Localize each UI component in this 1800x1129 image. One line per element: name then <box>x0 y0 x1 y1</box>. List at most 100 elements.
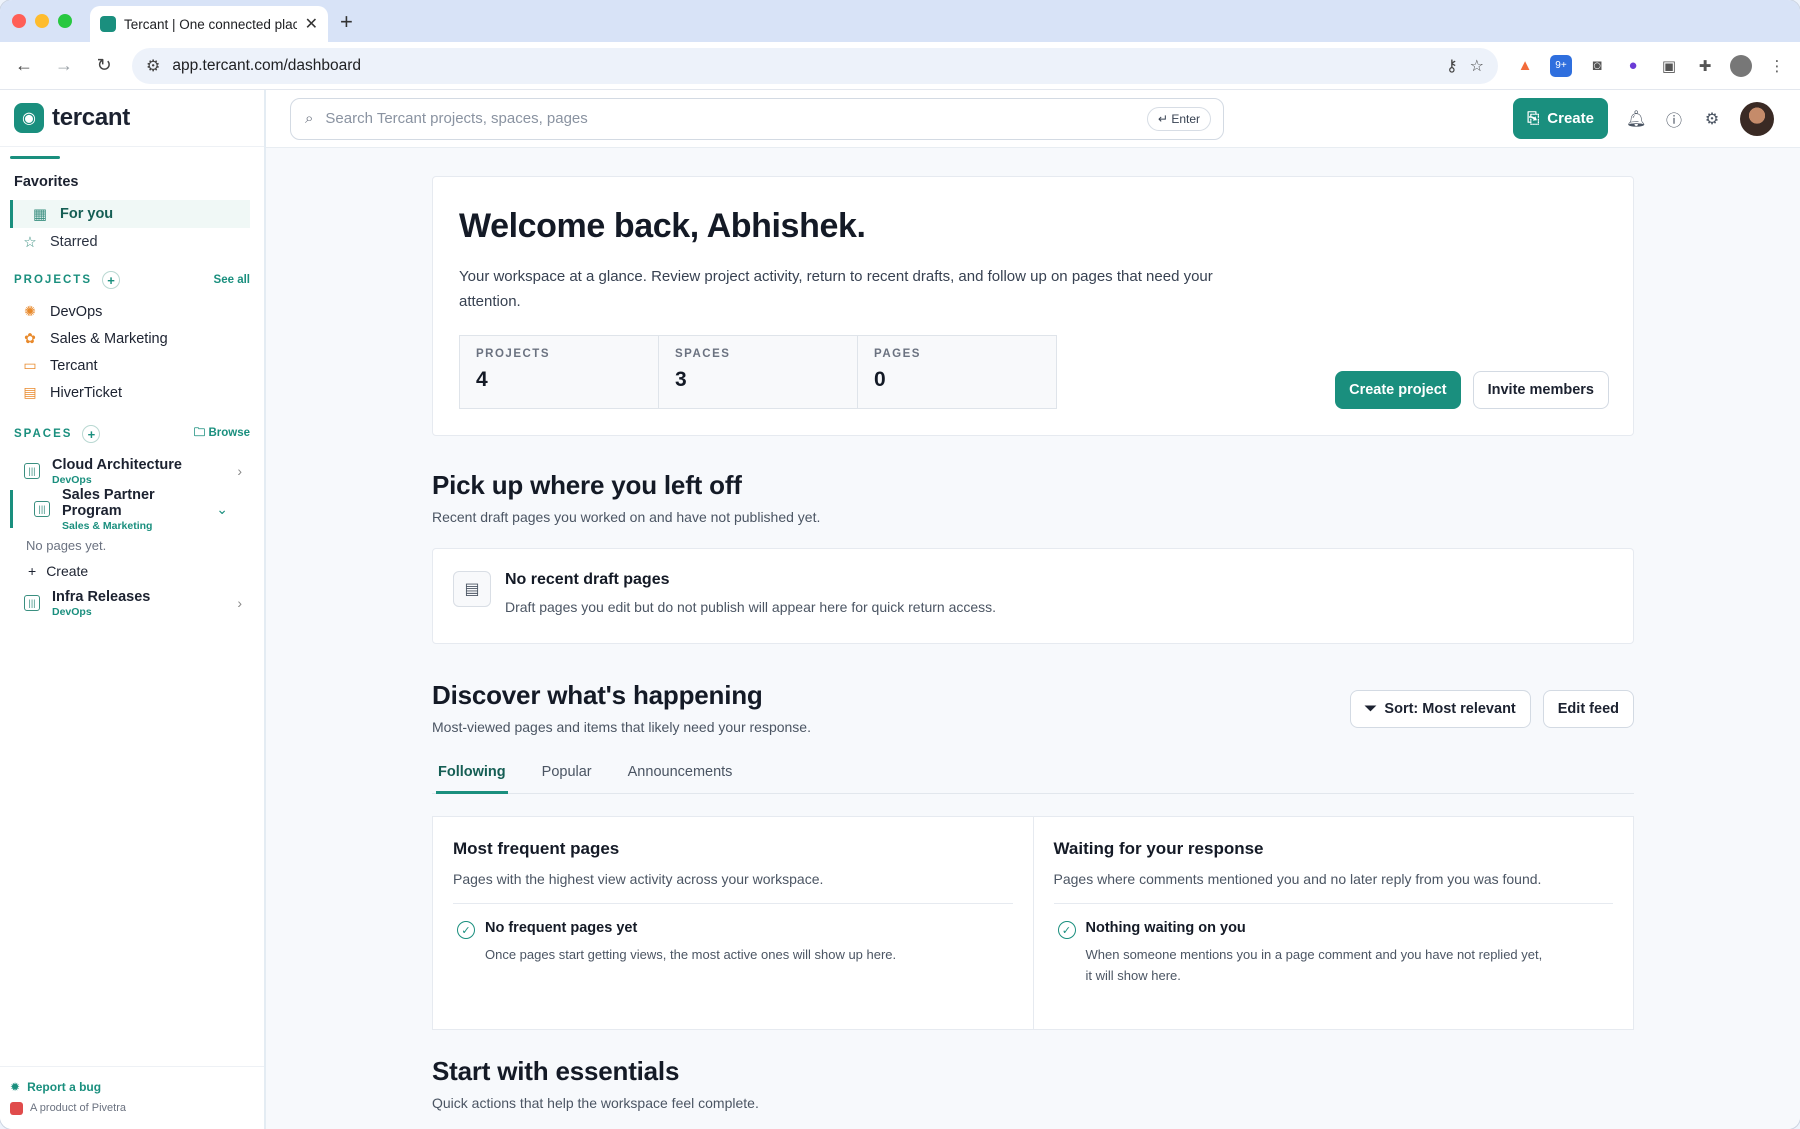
minimize-window-button[interactable] <box>35 14 49 28</box>
edit-feed-button[interactable]: Edit feed <box>1542 690 1634 728</box>
create-button[interactable]: ⎘ Create <box>1513 98 1608 139</box>
tab-following[interactable]: Following <box>436 758 508 794</box>
logo-text: tercant <box>52 104 130 131</box>
empty-text: Once pages start getting views, the most… <box>485 947 897 962</box>
browse-spaces-link[interactable]: 🗀 Browse <box>194 425 250 444</box>
feed-panels: Most frequent pages Pages with the highe… <box>432 816 1634 1030</box>
empty-title: No frequent pages yet <box>485 920 638 936</box>
essentials-section-header: Start with essentials Quick actions that… <box>432 1056 759 1111</box>
extension-shield-icon[interactable]: ● <box>1622 55 1644 77</box>
create-project-button[interactable]: Create project <box>1335 371 1461 409</box>
sidebar-item-sales-marketing[interactable]: ✿ Sales & Marketing <box>0 325 264 352</box>
maximize-window-button[interactable] <box>58 14 72 28</box>
window-controls <box>12 14 72 28</box>
chevron-right-icon[interactable]: › <box>237 463 242 479</box>
pickup-subtitle: Recent draft pages you worked on and hav… <box>432 509 821 525</box>
chevron-down-icon[interactable]: ⌄ <box>216 501 228 518</box>
close-tab-icon[interactable]: ✕ <box>305 14 318 34</box>
sidebar-item-label: HiverTicket <box>50 384 122 401</box>
discover-section-header: Discover what's happening Most-viewed pa… <box>432 680 811 735</box>
sidebar-item-label: Tercant <box>50 357 98 374</box>
space-name: Cloud Architecture <box>52 456 182 473</box>
see-all-projects-link[interactable]: See all <box>214 274 250 286</box>
plus-icon: + <box>28 563 37 579</box>
stat-value: 4 <box>476 368 488 391</box>
sidebar-space-infra-releases[interactable]: ||| Infra Releases DevOps › <box>0 584 264 622</box>
discover-title: Discover what's happening <box>432 680 763 710</box>
stat-pages[interactable]: PAGES 0 <box>857 335 1057 409</box>
sidebar-item-label: Sales & Marketing <box>50 330 168 347</box>
search-placeholder: Search Tercant projects, spaces, pages <box>325 110 588 127</box>
info-icon[interactable]: ⓘ <box>1664 107 1684 131</box>
panel-empty-state: ✓ Nothing waiting on you When someone me… <box>1054 920 1614 986</box>
sidebar-item-tercant[interactable]: ▭ Tercant <box>0 352 264 379</box>
tab-popular[interactable]: Popular <box>540 758 594 794</box>
sidebar-item-for-you[interactable]: ▦ For you <box>10 200 250 228</box>
new-document-icon: ⎘ <box>1527 110 1540 127</box>
space-project: Sales & Marketing <box>62 519 153 532</box>
stat-projects[interactable]: PROJECTS 4 <box>459 335 659 409</box>
sidebar-space-cloud-architecture[interactable]: ||| Cloud Architecture DevOps › <box>0 452 264 490</box>
empty-text: When someone mentions you in a page comm… <box>1085 947 1543 983</box>
report-bug-link[interactable]: ✹ Report a bug <box>10 1077 254 1097</box>
logo[interactable]: ◉ tercant <box>0 90 264 146</box>
app: ◉ tercant Favorites ▦ For you ☆ Starred … <box>0 90 1800 1129</box>
sidebar-item-label: DevOps <box>50 303 103 320</box>
essentials-title: Start with essentials <box>432 1056 680 1086</box>
url-text[interactable]: app.tercant.com/dashboard <box>172 57 1434 75</box>
discover-actions: ⏷ Sort: Most relevant Edit feed <box>1349 690 1634 728</box>
bookmark-star-icon[interactable]: ☆ <box>1470 56 1484 76</box>
puzzle-extensions-icon[interactable]: ✚ <box>1694 55 1716 77</box>
panel-empty-state: ✓ No frequent pages yet Once pages start… <box>453 920 1013 965</box>
extension-square-icon[interactable]: ▣ <box>1658 55 1680 77</box>
key-icon[interactable]: ⚷ <box>1446 56 1458 76</box>
favorites-title: Favorites <box>14 174 79 190</box>
create-page-button[interactable]: + Create <box>0 558 264 584</box>
extension-badge-icon[interactable]: 9+ <box>1550 54 1572 77</box>
logo-underline <box>10 156 60 159</box>
app-top-bar: ⌕ Search Tercant projects, spaces, pages… <box>266 90 1800 148</box>
back-icon[interactable]: ← <box>12 55 36 76</box>
bell-icon[interactable]: 🔔︎ <box>1626 109 1646 129</box>
dashboard-content: Welcome back, Abhishek. Your workspace a… <box>432 176 1634 1111</box>
camera-icon[interactable]: ◙ <box>1586 55 1608 77</box>
space-name: Infra Releases <box>52 588 151 605</box>
space-name: Sales Partner Program <box>62 486 155 519</box>
extension-fox-icon[interactable]: ▲ <box>1514 55 1536 77</box>
chevron-right-icon[interactable]: › <box>237 595 242 611</box>
forward-icon[interactable]: → <box>52 55 76 76</box>
add-space-icon[interactable]: + <box>82 425 101 443</box>
stat-value: 3 <box>675 368 687 391</box>
avatar[interactable] <box>1740 101 1774 136</box>
tab-title: Tercant | One connected plac <box>124 16 297 32</box>
add-project-icon[interactable]: + <box>102 271 120 289</box>
sidebar-space-sales-partner-program[interactable]: ||| Sales Partner Program Sales & Market… <box>10 486 250 532</box>
stat-spaces[interactable]: SPACES 3 <box>658 335 858 409</box>
gear-icon[interactable]: ⚙ <box>1702 109 1722 129</box>
search-input[interactable]: ⌕ Search Tercant projects, spaces, pages… <box>290 97 1224 140</box>
reload-icon[interactable]: ↻ <box>92 55 116 76</box>
create-label: Create <box>46 563 89 579</box>
sort-button[interactable]: ⏷ Sort: Most relevant <box>1349 690 1531 728</box>
essentials-subtitle: Quick actions that help the workspace fe… <box>432 1095 759 1111</box>
address-bar[interactable]: ⚙ app.tercant.com/dashboard ⚷ ☆ <box>132 47 1498 84</box>
sidebar-item-hiverticket[interactable]: ▤ HiverTicket <box>0 379 264 406</box>
new-tab-icon[interactable]: + <box>340 9 353 35</box>
profile-icon[interactable] <box>1730 54 1752 77</box>
report-bug-label: Report a bug <box>27 1080 102 1094</box>
sidebar-item-devops[interactable]: ✺ DevOps <box>0 298 264 325</box>
invite-members-button[interactable]: Invite members <box>1472 371 1609 409</box>
video-icon: ▭ <box>23 357 37 373</box>
sidebar-item-starred[interactable]: ☆ Starred <box>0 228 264 256</box>
browser-tab[interactable]: Tercant | One connected plac ✕ <box>90 6 328 42</box>
site-settings-icon[interactable]: ⚙ <box>146 56 160 76</box>
check-circle-icon: ✓ <box>1057 921 1076 939</box>
panel-subtitle: Pages with the highest view activity acr… <box>453 871 1013 904</box>
feed-tabs: Following Popular Announcements <box>432 758 1634 794</box>
welcome-text: Your workspace at a glance. Review proje… <box>459 268 1213 310</box>
menu-dots-icon[interactable]: ⋮ <box>1766 55 1788 77</box>
close-window-button[interactable] <box>12 14 26 28</box>
tab-announcements[interactable]: Announcements <box>626 758 735 794</box>
browse-label: Browse <box>208 426 250 439</box>
no-pages-text: No pages yet. <box>26 538 107 553</box>
